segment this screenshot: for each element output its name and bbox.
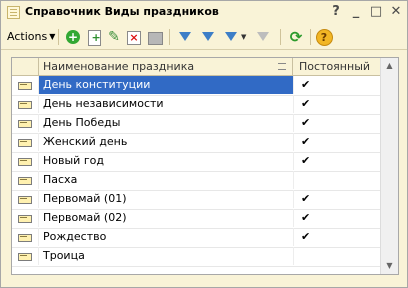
refresh-icon: ⟳ (289, 28, 303, 46)
close-button[interactable]: ✕ (387, 3, 405, 20)
window-title: Справочник Виды праздников (25, 5, 219, 18)
edit-button[interactable]: ✎ (105, 28, 123, 46)
delete-button[interactable]: × (125, 28, 143, 46)
copy-button[interactable] (85, 28, 103, 47)
table-row[interactable]: Рождество ✔ (12, 228, 380, 248)
permanent-check-cell[interactable]: ✔ (293, 228, 380, 246)
holiday-name-cell[interactable]: Первомай (01) (38, 190, 293, 208)
table-row[interactable]: Троица (12, 247, 380, 267)
clear-filter-icon (257, 32, 269, 41)
sort-icon (278, 63, 286, 70)
toolbar-separator (169, 29, 170, 45)
holiday-name-cell[interactable]: День конституции (38, 76, 293, 94)
holiday-name-cell[interactable]: Рождество (38, 228, 293, 246)
table-row[interactable]: Первомай (02) ✔ (12, 209, 380, 229)
permanent-check-cell[interactable] (293, 247, 380, 265)
permanent-check-cell[interactable]: ✔ (293, 152, 380, 170)
table-row[interactable]: Женский день ✔ (12, 133, 380, 153)
set-deletion-mark-button[interactable] (146, 28, 164, 46)
catalog-item-icon (18, 253, 32, 261)
filter-icon (179, 32, 191, 41)
deletion-mark-icon (147, 32, 163, 45)
holiday-name-cell[interactable]: Женский день (38, 133, 293, 151)
toolbar-separator (58, 29, 59, 45)
clear-filter-button[interactable] (254, 28, 272, 46)
toolbar-separator (310, 29, 311, 45)
add-icon: + (66, 30, 80, 44)
refresh-button[interactable]: ⟳ (287, 28, 305, 46)
chevron-down-icon: ▼ (49, 32, 56, 41)
column-header-name[interactable]: Наименование праздника (39, 58, 293, 75)
scroll-up-icon[interactable]: ▲ (381, 58, 398, 74)
catalog-icon (7, 6, 20, 19)
catalog-item-icon (18, 234, 32, 242)
permanent-check-cell[interactable]: ✔ (293, 95, 380, 113)
filter-button[interactable] (176, 28, 194, 46)
holiday-name-cell[interactable]: Пасха (38, 171, 293, 189)
actions-menu-button[interactable]: Actions ▼ (7, 29, 55, 45)
window: Справочник Виды праздников ? _ □ ✕ Actio… (0, 0, 408, 288)
permanent-check-cell[interactable]: ✔ (293, 133, 380, 151)
pencil-icon: ✎ (108, 29, 120, 45)
holiday-name-cell[interactable]: Новый год (38, 152, 293, 170)
add-button[interactable]: + (64, 28, 82, 46)
filter-history-icon (225, 32, 237, 41)
maximize-button[interactable]: □ (367, 3, 385, 20)
column-header-name-label: Наименование праздника (43, 60, 195, 73)
copy-icon (87, 29, 101, 47)
permanent-check-cell[interactable]: ✔ (293, 190, 380, 208)
catalog-item-icon (18, 196, 32, 204)
permanent-check-cell[interactable]: ✔ (293, 209, 380, 227)
catalog-item-icon (18, 158, 32, 166)
vertical-scrollbar[interactable]: ▲ ▼ (380, 58, 398, 274)
holiday-name-cell[interactable]: День Победы (38, 114, 293, 132)
scroll-down-icon[interactable]: ▼ (381, 258, 398, 274)
catalog-item-icon (18, 177, 32, 185)
holiday-name-cell[interactable]: Троица (38, 247, 293, 265)
table-row[interactable]: День конституции ✔ (12, 76, 380, 96)
catalog-item-icon (18, 120, 32, 128)
table-row[interactable]: Новый год ✔ (12, 152, 380, 172)
table-row[interactable]: Первомай (01) ✔ (12, 190, 380, 210)
table-row[interactable]: День Победы ✔ (12, 114, 380, 134)
catalog-item-icon (18, 139, 32, 147)
column-header-permanent-label: Постоянный (299, 60, 371, 73)
table-row[interactable]: Пасха (12, 171, 380, 191)
column-header-permanent[interactable]: Постоянный (294, 58, 380, 75)
table-row[interactable]: День независимости ✔ (12, 95, 380, 115)
filter-history-dropdown-icon[interactable]: ▼ (241, 33, 246, 41)
toolbar-separator (280, 29, 281, 45)
catalog-item-icon (18, 215, 32, 223)
table-header: Наименование праздника Постоянный (12, 58, 380, 76)
filter-by-value-button[interactable] (199, 28, 217, 46)
holiday-name-cell[interactable]: Первомай (02) (38, 209, 293, 227)
help-title-button[interactable]: ? (327, 3, 345, 20)
minimize-button[interactable]: _ (347, 3, 365, 20)
toolbar: Actions▼ + ✎ × ▼ ⟳ ? (1, 25, 407, 50)
actions-label: Actions (7, 30, 48, 43)
permanent-check-cell[interactable]: ✔ (293, 114, 380, 132)
help-icon: ? (315, 29, 333, 46)
title-bar[interactable]: Справочник Виды праздников ? _ □ ✕ (1, 1, 407, 23)
catalog-item-icon (18, 82, 32, 90)
filter-history-button[interactable] (222, 28, 240, 46)
permanent-check-cell[interactable]: ✔ (293, 76, 380, 94)
row-icon-column-header (12, 58, 39, 75)
help-button[interactable]: ? (315, 28, 333, 46)
delete-icon: × (127, 31, 141, 45)
filter-value-icon (202, 32, 214, 41)
catalog-item-icon (18, 101, 32, 109)
holiday-name-cell[interactable]: День независимости (38, 95, 293, 113)
holidays-table[interactable]: Наименование праздника Постоянный День к… (11, 57, 399, 275)
permanent-check-cell[interactable] (293, 171, 380, 189)
